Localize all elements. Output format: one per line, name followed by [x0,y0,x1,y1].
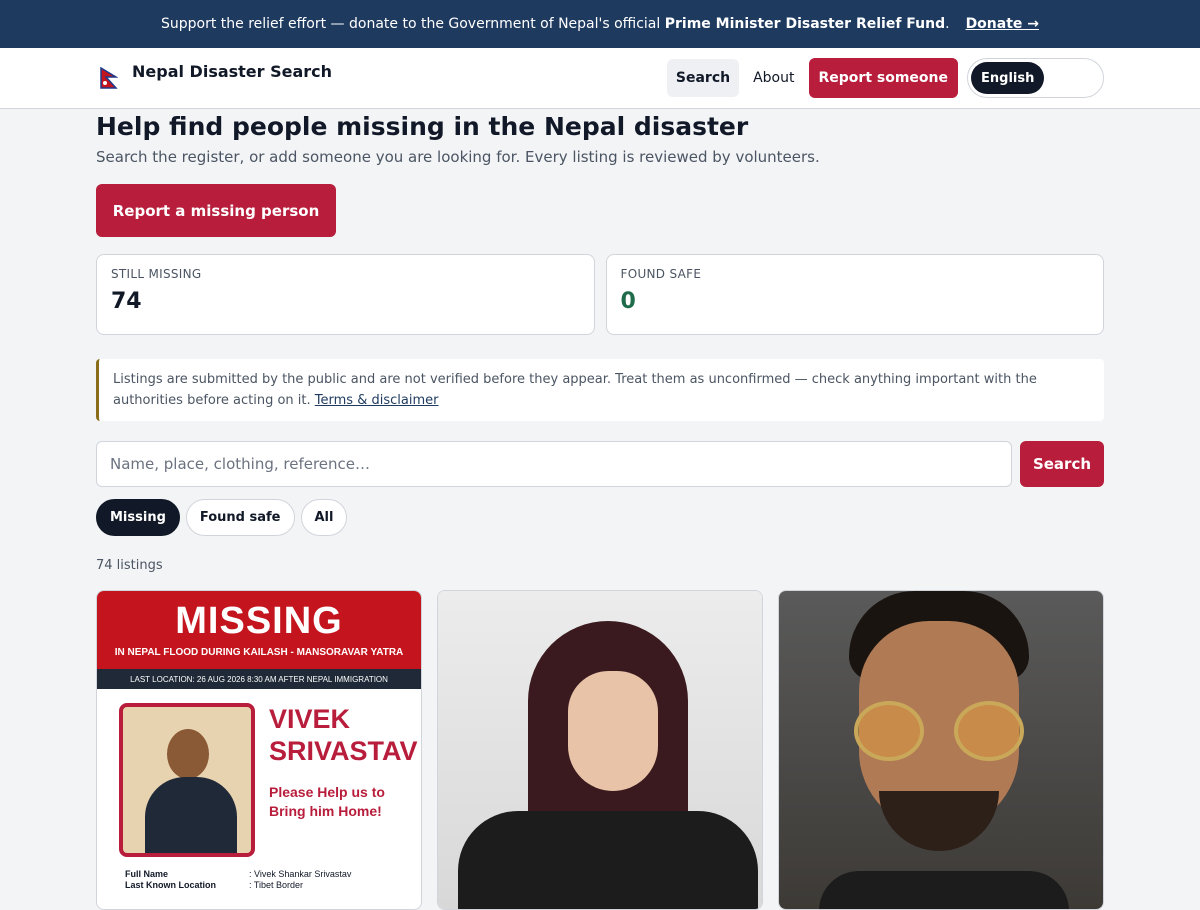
filter-all[interactable]: All [300,499,348,536]
poster-last-location: LAST LOCATION: 26 AUG 2026 8:30 AM AFTER… [97,669,421,689]
poster-title: MISSING [175,600,343,642]
banner-text: Support the relief effort — donate to th… [160,16,950,32]
nav-search-link[interactable]: Search [666,59,740,97]
listing-count: 74 listings [96,558,163,573]
listing-grid: MISSING IN NEPAL FLOOD DURING KAILASH - … [96,590,1104,910]
listing-card[interactable]: MISSING IN NEPAL FLOOD DURING KAILASH - … [96,590,422,910]
fund-name: Prime Minister Disaster Relief Fund [664,16,946,32]
filter-missing[interactable]: Missing [96,499,180,536]
stat-label: STILL MISSING [111,267,202,281]
person-photo [438,591,762,909]
stat-found-safe: FOUND SAFE 0 [605,254,1104,335]
stat-value: 0 [620,289,636,314]
nav-about-link[interactable]: About [753,70,794,86]
poster-details: Full Name: Vivek Shankar Srivastav Last … [125,869,352,890]
language-english-option[interactable]: English [971,62,1045,94]
stats-row: STILL MISSING 74 FOUND SAFE 0 [96,254,1104,335]
nav-report-button[interactable]: Report someone [808,58,958,98]
listing-card[interactable] [778,590,1104,910]
poster-header: MISSING IN NEPAL FLOOD DURING KAILASH - … [97,591,421,669]
stat-label: FOUND SAFE [620,267,702,281]
poster-name: VIVEK SRIVASTAV [269,704,418,766]
main-nav: Search About Report someone English [666,58,1104,98]
donation-banner: Support the relief effort — donate to th… [0,0,1200,48]
listing-card[interactable] [437,590,763,910]
search-input[interactable] [96,441,1012,487]
brand[interactable]: Nepal Disaster Search [100,61,332,89]
poster-right: VIVEK SRIVASTAV Please Help us to Bring … [269,703,418,857]
poster-body: VIVEK SRIVASTAV Please Help us to Bring … [97,689,421,857]
main-content: Help find people missing in the Nepal di… [96,109,1104,910]
brand-name: Nepal Disaster Search [132,62,333,81]
stat-value: 74 [111,289,142,314]
report-missing-button[interactable]: Report a missing person [96,184,336,237]
page-title: Help find people missing in the Nepal di… [96,112,749,141]
filter-found-safe[interactable]: Found safe [185,499,295,536]
stat-still-missing: STILL MISSING 74 [96,254,595,335]
nepal-flag-icon [100,67,118,89]
disclaimer-notice: Listings are submitted by the public and… [96,359,1104,421]
terms-link[interactable]: Terms & disclaimer [315,393,439,408]
status-filters: Missing Found safe All [96,499,1104,536]
person-photo [779,591,1103,909]
donate-link[interactable]: Donate → [966,16,1039,32]
search-button[interactable]: Search [1020,441,1104,487]
language-toggle[interactable]: English [967,58,1104,98]
search-row: Search [96,441,1104,487]
missing-person-photo [119,703,255,857]
page-subtitle: Search the register, or add someone you … [96,148,820,166]
notice-text: Listings are submitted by the public and… [113,372,1037,408]
poster-help-text: Please Help us to Bring him Home! [269,784,385,819]
site-header: Nepal Disaster Search Search About Repor… [0,48,1200,109]
poster-subtitle: IN NEPAL FLOOD DURING KAILASH - MANSORAV… [114,647,404,658]
